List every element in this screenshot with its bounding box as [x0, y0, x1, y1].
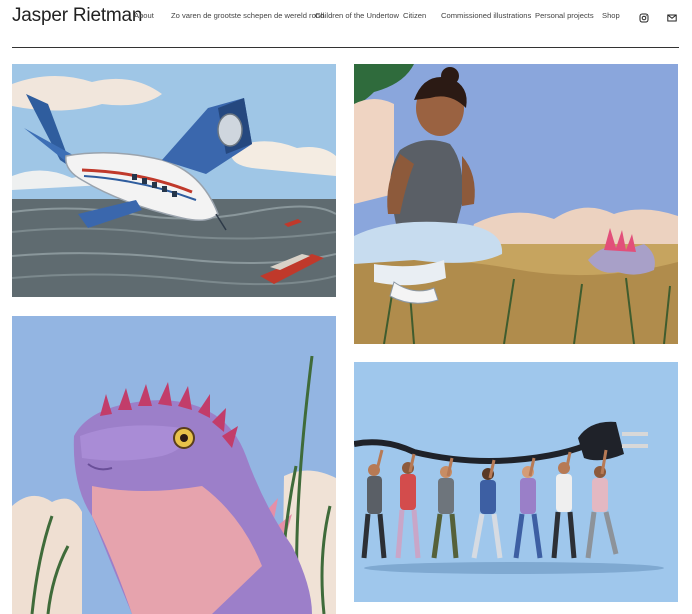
main-nav: About Zo varen de grootste schepen de we… [134, 11, 678, 25]
instagram-icon[interactable] [639, 10, 649, 23]
site-header: Jasper Rietman About Zo varen de grootst… [0, 0, 692, 48]
nav-item-zo-varen[interactable]: Zo varen de grootste schepen de wereld r… [171, 11, 324, 20]
nav-item-commissioned-illustrations[interactable]: Commissioned illustrations [441, 11, 531, 20]
header-divider [12, 47, 679, 48]
nav-item-children-of-the-undertow[interactable]: Children of the Undertow [315, 11, 399, 20]
mail-icon[interactable] [667, 10, 677, 22]
gallery-tile-girl-and-dinosaur[interactable] [354, 64, 678, 344]
nav-item-citizen[interactable]: Citizen [403, 11, 426, 20]
nav-item-personal-projects[interactable]: Personal projects [535, 11, 594, 20]
gallery-tile-iguana[interactable] [12, 316, 336, 614]
nav-item-about[interactable]: About [134, 11, 154, 20]
girl-with-dinosaur-illustration [354, 64, 678, 344]
gallery-tile-people-carrying-plug[interactable] [354, 362, 678, 602]
airplane-over-sea-illustration [12, 64, 336, 297]
people-carrying-plug-illustration [354, 362, 678, 602]
nav-item-shop[interactable]: Shop [602, 11, 620, 20]
gallery-tile-airplane[interactable] [12, 64, 336, 297]
site-title[interactable]: Jasper Rietman [12, 5, 142, 27]
iguana-illustration [12, 316, 336, 614]
